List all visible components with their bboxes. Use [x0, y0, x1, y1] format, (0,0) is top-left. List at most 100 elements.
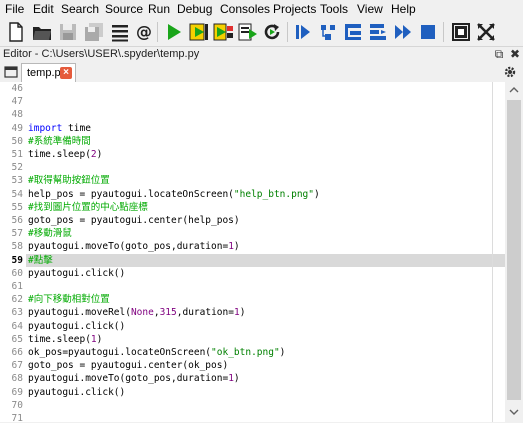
- code-token: pyautogui.click(): [28, 267, 126, 279]
- line-number: 56: [11, 215, 23, 226]
- menu-view[interactable]: View: [357, 2, 383, 16]
- continue-icon[interactable]: [392, 21, 414, 43]
- code-token: None: [130, 307, 154, 319]
- line-number: 69: [11, 386, 23, 398]
- toolbar-separator: [287, 22, 288, 42]
- code-token: import: [28, 122, 63, 134]
- code-line: help_pos = pyautogui.locateOnScreen("hel…: [28, 188, 320, 201]
- code-token: ): [96, 333, 103, 345]
- code-token: ): [233, 241, 240, 253]
- toolbar-separator: [443, 22, 444, 42]
- at-icon[interactable]: @: [133, 21, 155, 43]
- menu-search[interactable]: Search: [61, 2, 99, 16]
- code-line: #取得幫助按鈕位置: [28, 174, 110, 187]
- code-token: ): [239, 307, 246, 319]
- line-number: 58: [11, 241, 23, 253]
- line-number: 65: [11, 333, 23, 345]
- edge-line: [492, 82, 493, 422]
- svg-text:@: @: [136, 22, 152, 41]
- code-area[interactable]: import time #系統準備時間 time.sleep(2) #取得幫助按鈕位置…: [26, 82, 505, 422]
- undock-icon[interactable]: ⧉: [492, 47, 506, 62]
- new-file-icon[interactable]: [5, 21, 27, 43]
- save-file-icon[interactable]: [57, 21, 79, 43]
- code-token: #移動滑鼠: [28, 228, 72, 240]
- code-line: pyautogui.moveTo(goto_pos,duration=1): [28, 240, 240, 253]
- line-number: 61: [11, 281, 23, 292]
- scroll-down-icon[interactable]: [505, 404, 523, 420]
- menu-projects[interactable]: Projects: [273, 2, 316, 16]
- browse-tabs-icon[interactable]: [4, 65, 18, 79]
- run-cell-icon[interactable]: [188, 21, 210, 43]
- list-icon[interactable]: [109, 21, 131, 43]
- fullscreen-icon[interactable]: [475, 21, 497, 43]
- menu-file[interactable]: File: [5, 2, 24, 16]
- code-line: goto_pos = pyautogui.center(ok_pos): [28, 359, 228, 372]
- line-number: 57: [11, 228, 23, 240]
- code-token: goto_pos = pyautogui.center(help_pos): [28, 215, 240, 226]
- close-pane-icon[interactable]: ✖: [508, 47, 522, 61]
- code-token: #向下移動相對位置: [28, 294, 110, 306]
- editor-pane-header: Editor - C:\Users\USER\.spyder\temp.py ⧉…: [0, 46, 523, 63]
- step-return-icon[interactable]: [367, 21, 389, 43]
- line-number: 53: [11, 175, 23, 187]
- editor-pane-title: Editor - C:\Users\USER\.spyder\temp.py: [3, 48, 200, 60]
- code-token: goto_pos = pyautogui.center(ok_pos): [28, 360, 229, 372]
- line-number: 70: [11, 399, 23, 411]
- code-token: pyautogui.click(): [28, 320, 126, 332]
- run-icon[interactable]: [163, 21, 185, 43]
- code-editor[interactable]: 46 47 48 49 50 51 52 53 54 55 56 57 58 59 60 61 62 63 64 65…: [0, 82, 505, 422]
- re-run-icon[interactable]: [261, 21, 283, 43]
- code-token: "help_btn.png": [233, 188, 314, 200]
- tab-temp-py[interactable]: temp.py ×: [21, 63, 76, 83]
- line-number: 46: [11, 83, 23, 94]
- menu-bar: File Edit Search Source Run Debug Consol…: [0, 0, 523, 18]
- toolbar: @: [0, 18, 523, 46]
- maximize-pane-icon[interactable]: [450, 21, 472, 43]
- line-number: 55: [11, 201, 23, 213]
- code-line: pyautogui.moveTo(goto_pos,duration=1): [28, 372, 240, 385]
- menu-help[interactable]: Help: [391, 2, 416, 16]
- stop-debug-icon[interactable]: [417, 21, 439, 43]
- debug-icon[interactable]: [292, 21, 314, 43]
- vertical-scrollbar[interactable]: [505, 82, 523, 422]
- step-into-icon[interactable]: [342, 21, 364, 43]
- code-token: help_pos = pyautogui.locateOnScreen(: [28, 188, 234, 200]
- tab-close-icon[interactable]: ×: [60, 67, 72, 79]
- run-selection-icon[interactable]: [237, 21, 259, 43]
- gear-icon[interactable]: [503, 65, 517, 79]
- line-number: 47: [11, 96, 23, 108]
- menu-edit[interactable]: Edit: [33, 2, 54, 16]
- code-token: 315: [159, 307, 177, 319]
- line-number: 64: [11, 320, 23, 332]
- scroll-up-icon[interactable]: [505, 82, 523, 98]
- menu-source[interactable]: Source: [105, 2, 143, 16]
- code-token: ): [96, 149, 103, 160]
- code-token: "ok_btn.png": [211, 347, 280, 358]
- code-line: #移動滑鼠: [28, 227, 72, 240]
- code-token: ): [233, 373, 240, 385]
- code-token: ): [279, 347, 286, 358]
- open-file-icon[interactable]: [31, 21, 53, 43]
- code-token: time: [62, 122, 91, 134]
- line-number: 68: [11, 373, 23, 385]
- line-number: 54: [11, 188, 23, 200]
- menu-debug[interactable]: Debug: [177, 2, 212, 16]
- line-number: 49: [11, 122, 23, 134]
- line-number: 60: [11, 267, 23, 279]
- line-number: 67: [11, 360, 23, 372]
- save-all-icon[interactable]: [83, 21, 105, 43]
- scrollbar-thumb[interactable]: [507, 100, 521, 400]
- run-cell-advance-icon[interactable]: [212, 21, 234, 43]
- current-line-highlight: [26, 253, 505, 267]
- code-token: #點擊: [28, 254, 53, 266]
- step-icon[interactable]: [317, 21, 339, 43]
- code-line: #向下移動相對位置: [28, 293, 110, 306]
- menu-run[interactable]: Run: [148, 2, 170, 16]
- code-token: ,duration=: [176, 307, 234, 319]
- line-number: 48: [11, 109, 23, 121]
- menu-tools[interactable]: Tools: [320, 2, 348, 16]
- menu-consoles[interactable]: Consoles: [220, 2, 270, 16]
- line-number: 62: [11, 294, 23, 306]
- code-line: ok_pos=pyautogui.locateOnScreen("ok_btn.…: [28, 346, 285, 359]
- code-line: goto_pos = pyautogui.center(help_pos): [28, 214, 240, 227]
